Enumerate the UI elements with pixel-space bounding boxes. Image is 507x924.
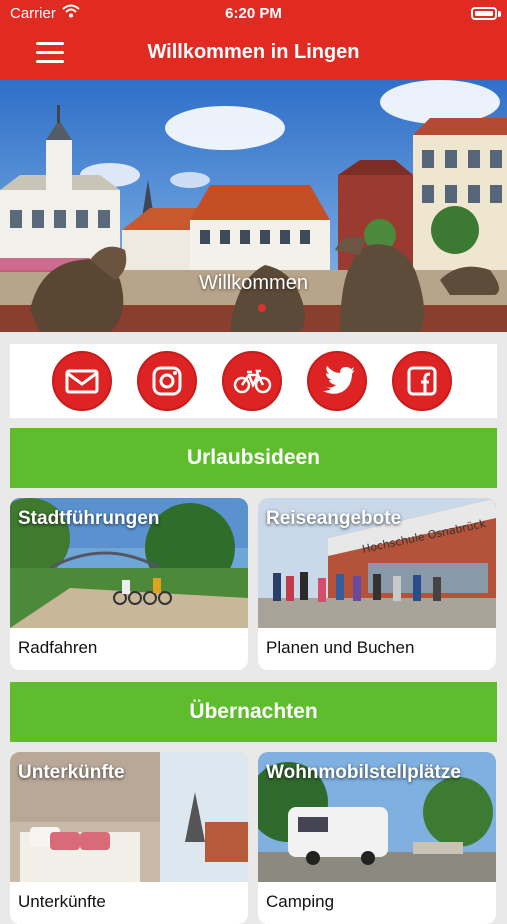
card-label: Camping <box>266 892 335 911</box>
facebook-icon[interactable] <box>392 351 452 411</box>
card-label: Planen und Buchen <box>266 638 415 657</box>
card-reiseangebote[interactable]: Hochschule Osnabrück Reiseangebote Plane… <box>258 498 496 670</box>
status-time: 6:20 PM <box>225 5 282 22</box>
hero-banner[interactable]: Willkommen <box>0 80 507 332</box>
twitter-icon[interactable] <box>307 351 367 411</box>
status-bar: Carrier 6:20 PM <box>0 0 507 28</box>
battery-tip <box>498 11 501 17</box>
card-unterkuenfte[interactable]: Unterkünfte Unterkünfte <box>10 752 248 924</box>
card-overlay-title: Unterkünfte <box>18 762 125 783</box>
battery-icon <box>471 7 497 20</box>
card-overlay-title: Stadtführungen <box>18 508 160 529</box>
instagram-icon[interactable] <box>137 351 197 411</box>
nav-bar: Willkommen in Lingen <box>0 28 507 80</box>
uebernachten-button[interactable]: Übernachten <box>10 682 497 742</box>
card-overlay-title: Wohnmobilstellplätze <box>266 762 461 783</box>
card-stadtfuehrungen[interactable]: Stadtführungen Radfahren <box>10 498 248 670</box>
bicycle-icon[interactable] <box>222 351 282 411</box>
card-label: Unterkünfte <box>18 892 106 911</box>
mail-icon[interactable] <box>52 351 112 411</box>
card-label: Radfahren <box>18 638 98 657</box>
page-title: Willkommen in Lingen <box>147 41 360 63</box>
card-overlay-title: Reiseangebote <box>266 508 402 529</box>
social-bar <box>10 344 497 418</box>
urlaubsideen-button[interactable]: Urlaubsideen <box>10 428 497 488</box>
card-wohnmobilstellplaetze[interactable]: Wohnmobilstellplätze Camping <box>258 752 496 924</box>
hero-caption: Willkommen <box>199 272 308 294</box>
